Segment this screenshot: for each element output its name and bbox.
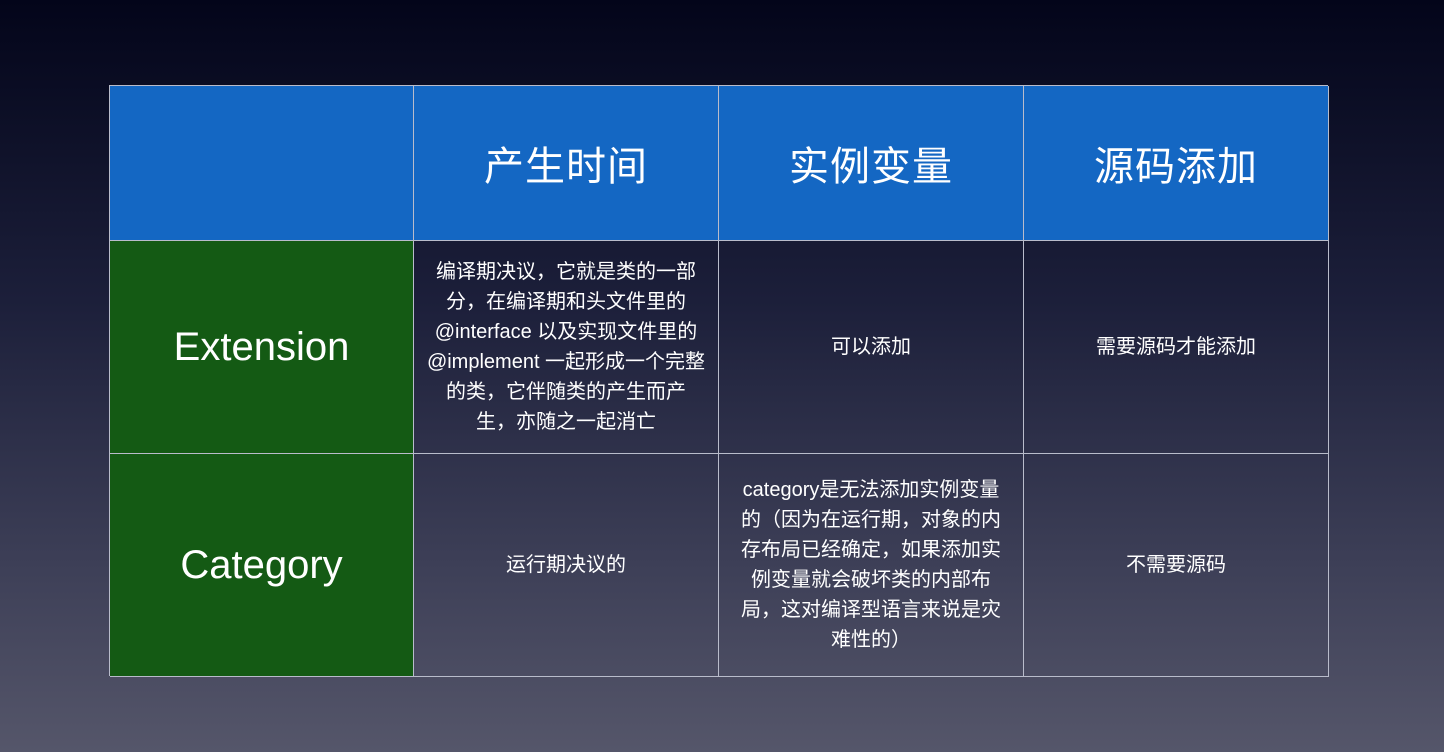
category-source-cell: 不需要源码 bbox=[1024, 454, 1329, 677]
extension-ivar-text: 可以添加 bbox=[831, 336, 911, 358]
extension-source-text: 需要源码才能添加 bbox=[1096, 336, 1256, 358]
header-ivar: 实例变量 bbox=[719, 86, 1024, 241]
header-time: 产生时间 bbox=[414, 86, 719, 241]
header-empty-cell bbox=[110, 86, 414, 241]
extension-time-line: 的类，它伴随类的产生而产 bbox=[446, 381, 686, 403]
header-source: 源码添加 bbox=[1024, 86, 1329, 241]
extension-time-line: @implement 一起形成一个完整 bbox=[426, 351, 706, 373]
extension-ivar-cell: 可以添加 bbox=[719, 241, 1024, 454]
extension-time-line: 生，亦随之一起消亡 bbox=[476, 411, 656, 433]
extension-source-cell: 需要源码才能添加 bbox=[1024, 241, 1329, 454]
comparison-table: 产生时间 实例变量 源码添加 Extension 编译期决议，它就是类的一部 分… bbox=[109, 85, 1329, 677]
category-ivar-line: 局，这对编译型语言来说是灾 bbox=[741, 599, 1001, 621]
extension-time-line: 编译期决议，它就是类的一部 bbox=[436, 261, 696, 283]
row-label-extension: Extension bbox=[110, 241, 414, 454]
extension-time-line: 分，在编译期和头文件里的 bbox=[446, 291, 686, 313]
row-label-category: Category bbox=[110, 454, 414, 677]
category-time-text: 运行期决议的 bbox=[506, 554, 626, 576]
category-ivar-line: 的（因为在运行期，对象的内 bbox=[741, 509, 1001, 531]
category-ivar-line: 存布局已经确定，如果添加实 bbox=[741, 539, 1001, 561]
extension-time-line: @interface 以及实现文件里的 bbox=[434, 321, 698, 343]
extension-time-cell: 编译期决议，它就是类的一部 分，在编译期和头文件里的 @interface 以及… bbox=[414, 241, 719, 454]
category-time-cell: 运行期决议的 bbox=[414, 454, 719, 677]
category-source-text: 不需要源码 bbox=[1126, 554, 1226, 576]
category-ivar-line: 例变量就会破坏类的内部布 bbox=[751, 569, 991, 591]
category-ivar-line: 难性的） bbox=[831, 629, 911, 651]
category-ivar-cell: category是无法添加实例变量 的（因为在运行期，对象的内 存布局已经确定，… bbox=[719, 454, 1024, 677]
category-ivar-line: category是无法添加实例变量 bbox=[742, 479, 1000, 501]
